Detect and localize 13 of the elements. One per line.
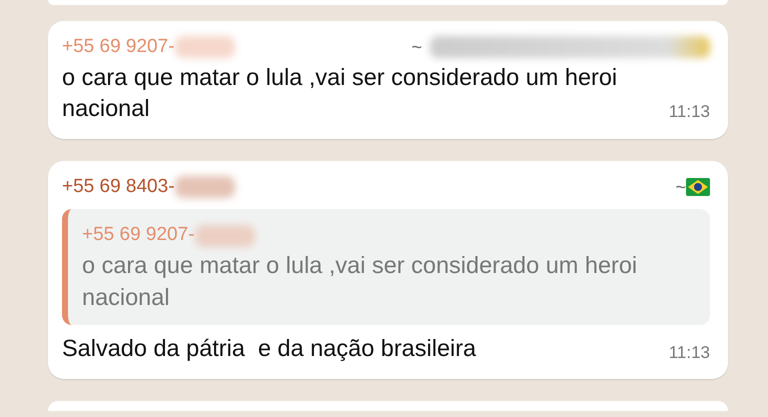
message-text: Salvado da pátria e da nação brasileira (62, 334, 476, 364)
tilde-mark: ~ (411, 36, 422, 59)
redaction-blur (194, 224, 255, 247)
sender-name: +55 69 8403- (62, 174, 175, 199)
message-time: 11:13 (668, 342, 710, 364)
tilde-mark: ~ (675, 176, 686, 199)
sender-name: +55 69 9207- (82, 223, 195, 248)
quoted-text: o cara que matar o lula ,vai ser considerado um heroi nacional (82, 250, 638, 312)
redaction-blur (174, 36, 235, 58)
redaction-blur (174, 176, 235, 198)
message-time: 11:13 (668, 101, 710, 124)
message-text: o cara que matar o lula ,vai ser considerado um heroi nacional (62, 62, 618, 124)
sender-name: +55 69 9207- (62, 35, 175, 59)
